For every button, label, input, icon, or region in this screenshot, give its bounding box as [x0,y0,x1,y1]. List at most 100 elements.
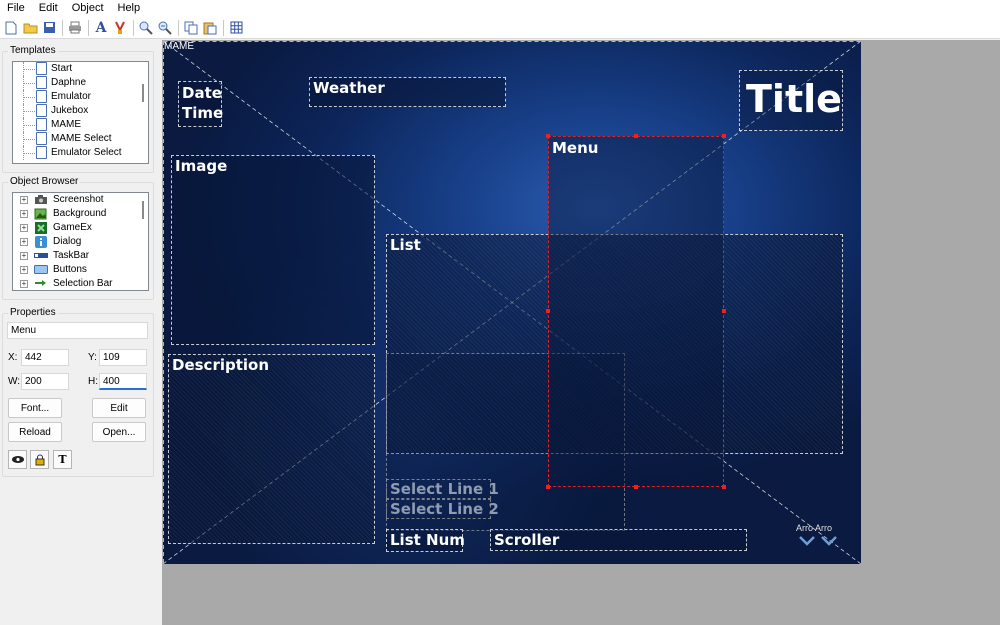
list-item[interactable]: Jukebox [13,104,148,118]
date-label: Date [182,84,222,102]
tree-item[interactable]: + GameEx [13,221,148,235]
weather-label: Weather [313,79,385,97]
time-label: Time [182,104,224,122]
text-format-icon[interactable]: T [53,450,72,469]
save-icon[interactable] [40,19,58,37]
templates-list[interactable]: Start Daphne Emulator Jukebox MAME MAME … [12,61,149,164]
title-object[interactable]: Title [739,70,843,131]
object-browser-group: Object Browser + Screenshot + Background +… [2,176,154,300]
toolbar-separator [133,19,134,36]
open-button[interactable]: Open... [92,422,146,442]
expand-icon[interactable]: + [20,224,28,232]
select-line-2-object[interactable]: Select Line 2 [386,499,499,519]
resize-handle[interactable] [546,485,550,489]
text-tool-icon[interactable]: A [92,19,110,37]
zoom-out-icon[interactable] [156,19,174,37]
resize-handle[interactable] [722,309,726,313]
grid-icon[interactable] [227,19,245,37]
scroller-object[interactable]: Scroller [490,529,747,551]
expand-icon[interactable]: + [20,252,28,260]
image-object[interactable]: Image [171,155,375,345]
height-field[interactable]: 400 [99,373,147,390]
list-item[interactable]: Emulator Select [13,146,148,160]
list-item[interactable]: Start [13,62,148,76]
x-field[interactable]: 442 [21,349,69,366]
copy-icon[interactable] [182,19,200,37]
expand-icon[interactable]: + [20,266,28,274]
tree-item[interactable]: + Background [13,207,148,221]
zoom-in-icon[interactable] [137,19,155,37]
resize-handle[interactable] [634,134,638,138]
description-object[interactable]: Description [168,354,375,544]
camera-icon [33,194,48,206]
open-folder-icon[interactable] [21,19,39,37]
selection-bar-icon [33,278,48,290]
expand-icon[interactable]: + [20,238,28,246]
list-item[interactable]: Emulator [13,90,148,104]
object-browser-title: Object Browser [8,176,81,187]
y-field[interactable]: 109 [99,349,147,366]
select-line-1-label: Select Line 1 [390,480,499,498]
new-file-icon[interactable] [2,19,20,37]
scroller-label: Scroller [494,531,560,549]
toolbar: A [0,17,1000,39]
document-icon [36,132,47,145]
theme-canvas[interactable]: MAME Date Time Weather Title Image List … [163,41,861,564]
gameex-icon [33,222,48,234]
toolbar-separator [88,19,89,36]
menu-label: Menu [552,139,599,157]
arrows-label: Arro Arro [796,523,833,533]
object-name-field[interactable]: Menu [7,322,148,339]
menu-object[interactable]: Menu [546,134,726,489]
width-field[interactable]: 200 [21,373,69,390]
lock-icon[interactable] [30,450,49,469]
select-line-2-label: Select Line 2 [390,500,499,518]
tree-item[interactable]: + Selection Bar [13,277,148,290]
paste-icon[interactable] [201,19,219,37]
date-time-object[interactable]: Date Time [178,81,224,127]
menu-bar: File Edit Object Help [0,0,1000,17]
list-num-object[interactable]: List Num [386,529,465,552]
menu-file[interactable]: File [0,0,32,17]
document-icon [36,76,47,89]
document-icon [36,118,47,131]
list-item[interactable]: MAME Select [13,132,148,146]
font-button[interactable]: Font... [8,398,62,418]
resize-handle[interactable] [722,485,726,489]
weather-object[interactable]: Weather [309,77,506,107]
templates-scrollbar[interactable] [138,62,148,163]
expand-icon[interactable]: + [20,280,28,288]
menu-edit[interactable]: Edit [32,0,65,17]
resize-handle[interactable] [546,134,550,138]
y-label: Y: [88,352,97,363]
list-label: List [390,236,421,254]
object-browser-scrollbar[interactable] [138,193,148,290]
expand-icon[interactable]: + [20,210,28,218]
expand-icon[interactable]: + [20,196,28,204]
tree-item[interactable]: + Dialog [13,235,148,249]
select-line-1-object[interactable]: Select Line 1 [386,479,499,499]
background-icon [33,208,48,220]
chevron-down-icon [799,536,837,546]
design-canvas-area: MAME Date Time Weather Title Image List … [162,40,1000,625]
w-label: W: [8,376,21,387]
list-num-label: List Num [390,531,465,549]
resize-handle[interactable] [722,134,726,138]
arrows-object[interactable]: Arro Arro [796,523,844,548]
menu-help[interactable]: Help [111,0,148,17]
list-item[interactable]: MAME [13,118,148,132]
object-browser-tree[interactable]: + Screenshot + Background + GameEx + Dialog … [12,192,149,291]
resize-handle[interactable] [546,309,550,313]
print-icon[interactable] [66,19,84,37]
list-item[interactable]: Daphne [13,76,148,90]
resize-handle[interactable] [634,485,638,489]
edit-button[interactable]: Edit [92,398,146,418]
menu-object[interactable]: Object [65,0,111,17]
tree-item[interactable]: + Screenshot [13,193,148,207]
tree-item[interactable]: + TaskBar [13,249,148,263]
paint-tool-icon[interactable] [111,19,129,37]
tree-item[interactable]: + Buttons [13,263,148,277]
image-label: Image [175,157,228,175]
reload-button[interactable]: Reload [8,422,62,442]
visibility-icon[interactable] [8,450,27,469]
